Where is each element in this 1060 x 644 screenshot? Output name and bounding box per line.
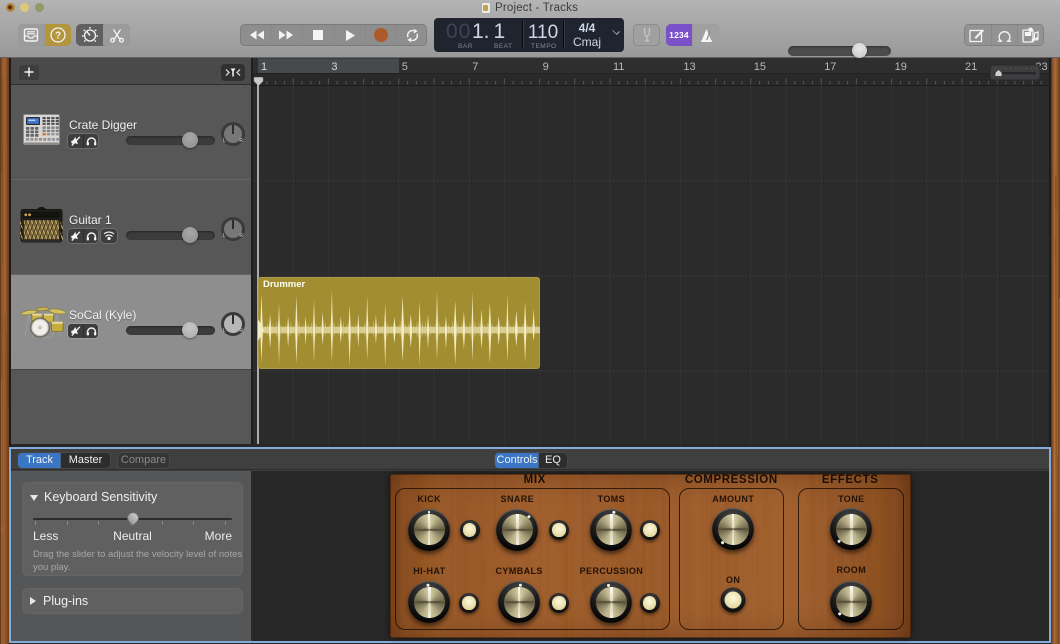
svg-text:9: 9: [543, 61, 549, 73]
svg-text:13: 13: [683, 61, 695, 73]
svg-text:1: 1: [261, 61, 267, 73]
svg-text:17: 17: [824, 61, 836, 73]
svg-text:15: 15: [754, 61, 766, 73]
svg-text:?: ?: [54, 31, 60, 42]
svg-text:19: 19: [895, 61, 907, 73]
svg-text:3: 3: [331, 61, 337, 73]
svg-text:7: 7: [472, 61, 478, 73]
svg-text:5: 5: [402, 61, 408, 73]
svg-text:21: 21: [965, 61, 977, 73]
svg-text:11: 11: [613, 61, 624, 73]
